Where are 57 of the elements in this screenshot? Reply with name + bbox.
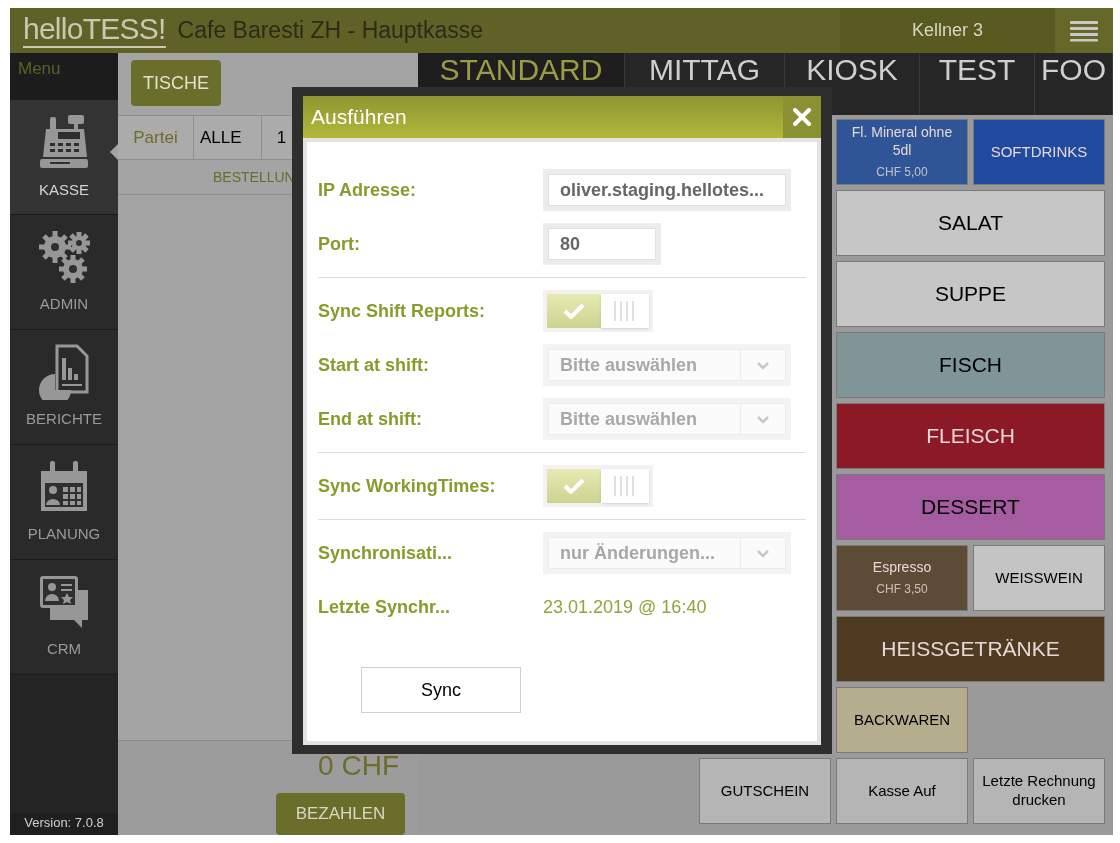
tables-button[interactable]: TISCHE	[131, 60, 221, 106]
chevron-down-icon	[756, 414, 770, 424]
field-label: Letzte Synchr...	[318, 595, 452, 619]
text-field[interactable]: 80	[543, 223, 661, 265]
menu-heading: Menu	[18, 59, 61, 78]
party-button[interactable]: ALLE	[194, 116, 262, 159]
pay-button[interactable]: BEZAHLEN	[276, 793, 405, 835]
product-tile[interactable]: GUTSCHEIN	[699, 758, 831, 824]
chevron-down-icon	[756, 548, 770, 558]
sidebar-item[interactable]: KASSE	[10, 100, 118, 215]
close-icon	[793, 108, 811, 126]
product-tile[interactable]: FLEISCH	[836, 403, 1105, 469]
field-label: IP Adresse:	[318, 178, 418, 202]
sidebar-item[interactable]: CRM	[10, 560, 118, 675]
field-label: End at shift:	[318, 407, 423, 431]
version-label: Version: 7.0.8	[24, 813, 104, 832]
check-icon	[563, 303, 585, 319]
product-tile[interactable]: Letzte Rechnung drucken	[973, 758, 1105, 824]
gears-icon	[37, 228, 91, 285]
party-label: Partei	[118, 116, 194, 159]
total-amount: 0 CHF	[318, 749, 399, 783]
product-tile[interactable]: Kasse Auf	[836, 758, 968, 824]
product-tile[interactable]: Espresso CHF 3,50	[836, 545, 968, 611]
chevron-down-icon	[756, 360, 770, 370]
field-label: Port:	[318, 232, 361, 256]
report-icon	[39, 343, 89, 400]
field-value: 23.01.2019 @ 16:40	[543, 595, 707, 619]
product-tile[interactable]: SOFTDRINKS	[973, 119, 1105, 185]
text-field[interactable]: oliver.staging.hellotes...	[543, 169, 791, 211]
sidebar-item[interactable]: BERICHTE	[10, 330, 118, 445]
sidebar-item[interactable]: PLANUNG	[10, 445, 118, 560]
sidebar-item[interactable]: ADMIN	[10, 215, 118, 330]
order-heading: BESTELLUN	[213, 167, 295, 187]
check-icon	[563, 478, 585, 494]
menu-icon	[1069, 19, 1099, 42]
product-tile[interactable]: Fl. Mineral ohne 5dl CHF 5,00	[836, 119, 968, 185]
sync-button[interactable]: Sync	[361, 667, 521, 713]
product-tile[interactable]: BACKWAREN	[836, 687, 968, 753]
product-tile[interactable]: WEISSWEIN	[973, 545, 1105, 611]
product-tile[interactable]: FISCH	[836, 332, 1105, 398]
toggle-switch[interactable]	[543, 290, 653, 332]
field-label: Sync WorkingTimes:	[318, 474, 497, 498]
product-tile[interactable]: DESSERT	[836, 474, 1105, 540]
product-tile[interactable]: SUPPE	[836, 261, 1105, 327]
contact-card-icon	[38, 573, 90, 630]
user-name: Kellner 3	[911, 19, 983, 42]
close-button[interactable]	[783, 96, 821, 138]
cash-register-icon	[38, 112, 90, 171]
product-tile[interactable]: SALAT	[836, 190, 1105, 256]
field-label: Sync Shift Reports:	[318, 299, 487, 323]
menu-button[interactable]	[1055, 8, 1113, 53]
dialog-title: Ausführen	[311, 104, 407, 131]
logo: helloTESS!	[23, 13, 166, 48]
field-label: Start at shift:	[318, 353, 430, 377]
product-tile[interactable]: HEISSGETRÄNKE	[836, 616, 1105, 682]
toggle-switch[interactable]	[543, 465, 653, 507]
field-label: Synchronisati...	[318, 541, 454, 565]
